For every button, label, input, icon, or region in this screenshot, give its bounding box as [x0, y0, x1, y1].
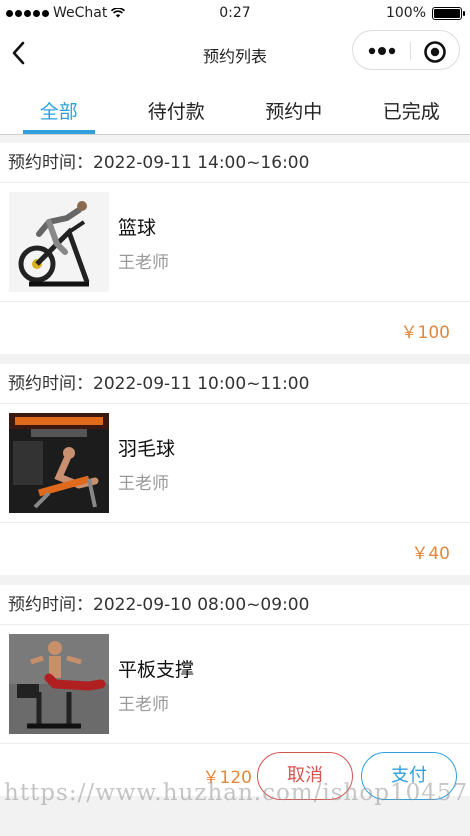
order-footer: ￥100	[0, 302, 470, 354]
watermark-text: https://www.huzhan.com/ishop10457	[4, 780, 469, 806]
more-icon[interactable]	[367, 42, 397, 60]
order-card[interactable]: 预约时间：2022-09-11 14:00~16:00 篮球 王老师 ￥100	[0, 143, 470, 354]
close-target-icon[interactable]	[423, 40, 447, 64]
item-name: 平板支撑	[118, 659, 195, 681]
teacher-name: 王老师	[118, 695, 169, 715]
battery-icon	[432, 6, 465, 20]
status-tabs: 全部 待付款 预约中 已完成	[0, 78, 470, 135]
teacher-name: 王老师	[118, 253, 169, 273]
order-list: 预约时间：2022-09-11 14:00~16:00 篮球 王老师 ￥100 …	[0, 143, 470, 806]
active-tab-indicator	[23, 130, 95, 134]
order-body: 篮球 王老师	[0, 183, 470, 302]
booking-time: 预约时间：2022-09-11 14:00~16:00	[0, 143, 470, 183]
dip-station-image	[9, 634, 109, 734]
order-card[interactable]: 预约时间：2022-09-11 10:00~11:00 羽毛球 王老师 ￥40	[0, 364, 470, 575]
booking-time: 预约时间：2022-09-10 08:00~09:00	[0, 585, 470, 625]
tab-pending-payment[interactable]: 待付款	[118, 78, 236, 135]
capsule-divider	[410, 42, 411, 60]
tab-completed[interactable]: 已完成	[353, 78, 470, 135]
teacher-name: 王老师	[118, 474, 169, 494]
item-name: 羽毛球	[118, 438, 176, 460]
order-body: 羽毛球 王老师	[0, 404, 470, 523]
nav-bar: 预约列表	[0, 28, 470, 78]
battery-percent: 100%	[385, 5, 426, 21]
sit-up-bench-image	[9, 413, 109, 513]
tab-booked[interactable]: 预约中	[235, 78, 353, 135]
booking-time: 预约时间：2022-09-11 10:00~11:00	[0, 364, 470, 404]
order-card[interactable]: 预约时间：2022-09-10 08:00~09:00 平板支撑 王老师 ￥12…	[0, 585, 470, 800]
status-bar: WeChat 0:27 100%	[0, 0, 470, 28]
order-body: 平板支撑 王老师	[0, 625, 470, 744]
item-name: 篮球	[118, 217, 157, 239]
order-price: ￥100	[400, 323, 450, 343]
order-price: ￥40	[411, 544, 450, 564]
order-footer: ￥40	[0, 523, 470, 575]
spin-bike-image	[9, 192, 109, 292]
mini-program-capsule	[352, 30, 460, 70]
status-right: 100%	[385, 5, 465, 21]
tab-all[interactable]: 全部	[0, 78, 118, 135]
